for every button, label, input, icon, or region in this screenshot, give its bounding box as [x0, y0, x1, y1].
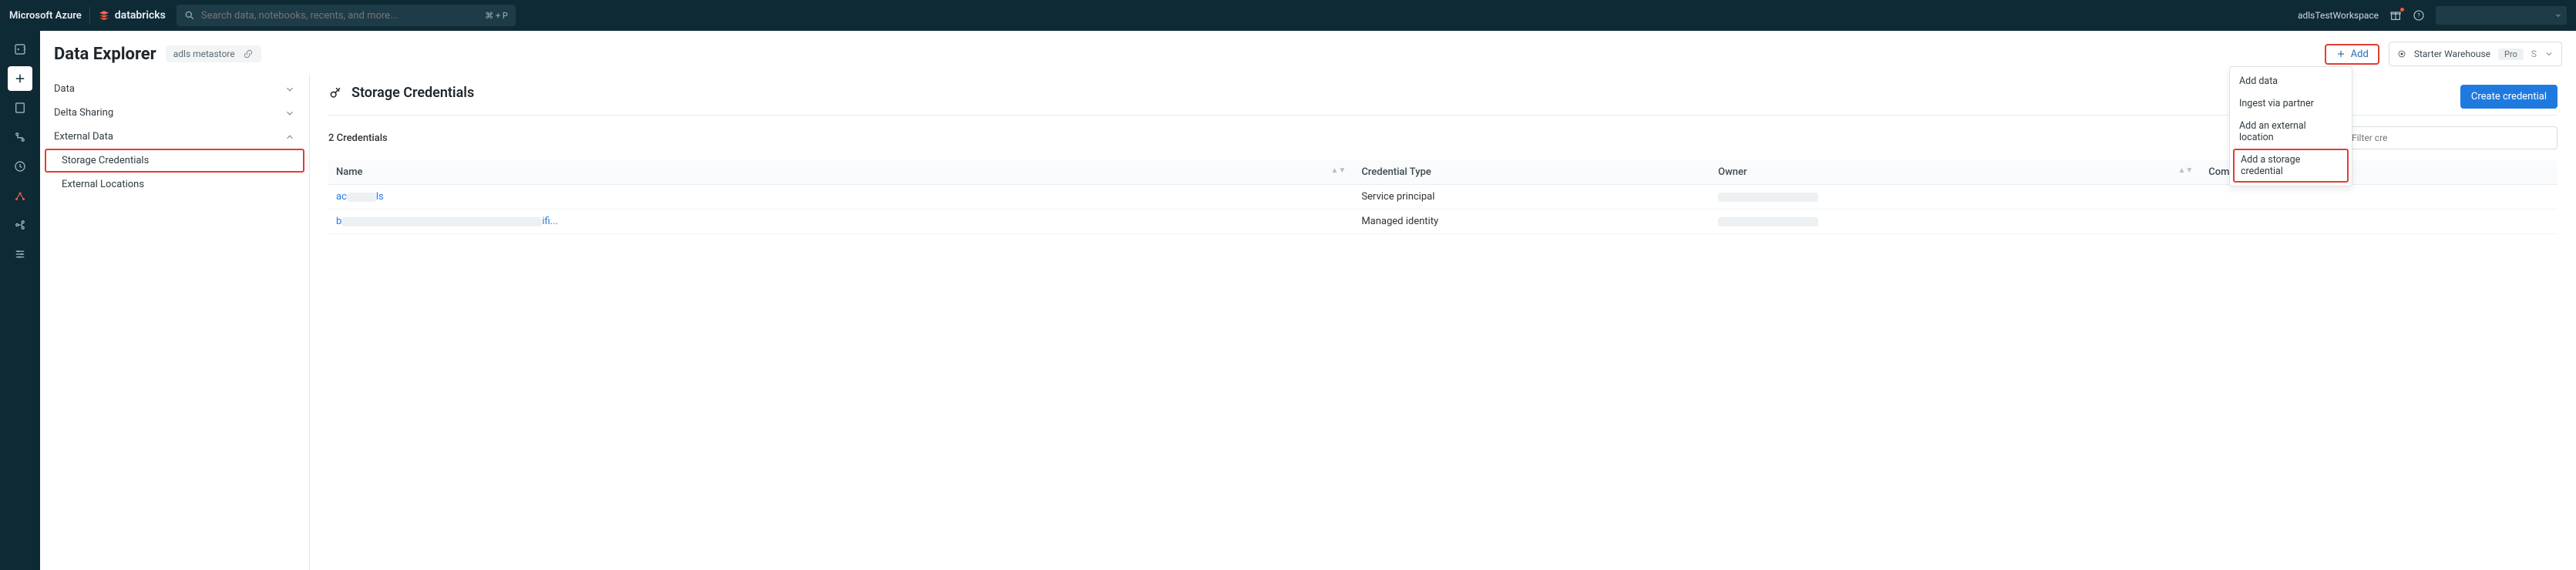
- gift-icon: [2389, 9, 2402, 22]
- search-shortcut: ⌘ + P: [485, 11, 508, 21]
- warehouse-size: S: [2531, 49, 2537, 59]
- tree-delta-sharing-label: Delta Sharing: [54, 107, 113, 119]
- content-separator: [328, 115, 2558, 116]
- whats-new-icon[interactable]: [2389, 9, 2402, 22]
- brand-azure: Microsoft Azure: [9, 10, 82, 22]
- nav-rail: [0, 31, 40, 570]
- chevron-up-icon: [284, 132, 295, 142]
- add-menu-storage-credential[interactable]: Add a storage credential: [2233, 149, 2349, 183]
- credentials-count: 2 Credentials: [328, 132, 388, 144]
- credential-type-cell: Managed identity: [1354, 210, 1710, 234]
- add-button[interactable]: Add: [2325, 44, 2379, 65]
- page-title: Data Explorer: [54, 45, 156, 64]
- credential-name-link[interactable]: acls: [336, 191, 384, 203]
- warehouse-tier: Pro: [2498, 49, 2524, 60]
- brand-databricks[interactable]: databricks: [98, 9, 166, 22]
- metastore-pill[interactable]: adls metastore: [166, 45, 261, 62]
- filter-credentials-input[interactable]: [2352, 132, 2549, 143]
- chevron-down-icon: [284, 84, 295, 95]
- add-menu-ingest-partner[interactable]: Ingest via partner: [2230, 92, 2352, 115]
- credential-type-cell: Service principal: [1354, 185, 1710, 210]
- tree-data[interactable]: Data: [40, 77, 309, 101]
- rail-data-icon[interactable]: [8, 37, 32, 62]
- tree-external-locations[interactable]: External Locations: [40, 173, 309, 196]
- warehouse-selector[interactable]: Starter Warehouse Pro S: [2389, 42, 2562, 66]
- tree-delta-sharing[interactable]: Delta Sharing: [40, 101, 309, 125]
- credential-name-link[interactable]: bifi...: [336, 216, 558, 227]
- search-icon: [184, 10, 195, 21]
- help-icon[interactable]: ?: [2413, 9, 2425, 22]
- chevron-down-icon: [284, 108, 295, 119]
- warehouse-name: Starter Warehouse: [2414, 49, 2490, 59]
- table-row[interactable]: bifi... Managed identity: [328, 210, 2558, 234]
- top-bar: Microsoft Azure databricks ⌘ + P adlsTes…: [0, 0, 2576, 31]
- rail-settings-icon[interactable]: [8, 242, 32, 267]
- rail-history-icon[interactable]: [8, 154, 32, 179]
- tree-storage-credentials-label: Storage Credentials: [62, 155, 149, 166]
- rail-notebook-icon[interactable]: [8, 96, 32, 120]
- add-menu-external-location[interactable]: Add an external location: [2230, 115, 2352, 149]
- databricks-logo-icon: [98, 9, 110, 22]
- add-menu-add-data[interactable]: Add data: [2230, 70, 2352, 92]
- tree-panel: Data Delta Sharing External Data Storage…: [40, 74, 310, 570]
- tree-external-locations-label: External Locations: [62, 179, 144, 190]
- add-button-label: Add: [2351, 49, 2369, 60]
- col-owner[interactable]: Owner▲▼: [1710, 160, 2201, 185]
- filter-credentials[interactable]: [2326, 126, 2558, 149]
- chevron-down-icon: [2544, 49, 2554, 59]
- tree-external-data[interactable]: External Data: [40, 125, 309, 149]
- rail-workflow-icon[interactable]: [8, 125, 32, 149]
- create-credential-button[interactable]: Create credential: [2460, 85, 2558, 109]
- col-name[interactable]: Name▲▼: [328, 160, 1354, 185]
- metastore-name: adls metastore: [173, 49, 235, 59]
- key-icon: [328, 86, 344, 101]
- global-search[interactable]: ⌘ + P: [177, 5, 516, 26]
- plus-icon: [2336, 49, 2346, 59]
- credentials-table: Name▲▼ Credential Type Owner▲▼ Comment a…: [328, 160, 2558, 234]
- add-menu: Add data Ingest via partner Add an exter…: [2229, 66, 2352, 186]
- workspace-name[interactable]: adlsTestWorkspace: [2298, 10, 2379, 21]
- link-icon: [243, 49, 254, 59]
- col-credential-type[interactable]: Credential Type: [1354, 160, 1710, 185]
- rail-create-icon[interactable]: [8, 66, 32, 91]
- brand-divider: [89, 7, 90, 24]
- brand-databricks-label: databricks: [115, 9, 166, 22]
- user-menu[interactable]: [2436, 6, 2567, 25]
- question-circle-icon: ?: [2413, 9, 2425, 22]
- chevron-down-icon: [2554, 12, 2562, 19]
- credential-owner-cell: [1710, 210, 2201, 234]
- record-dot-icon: [2397, 49, 2406, 59]
- credential-owner-cell: [1710, 185, 2201, 210]
- credential-comment-cell: [2201, 210, 2558, 234]
- content-heading: Storage Credentials: [351, 85, 474, 101]
- tree-storage-credentials[interactable]: Storage Credentials: [45, 149, 304, 173]
- rail-compute-icon[interactable]: [8, 213, 32, 237]
- svg-text:?: ?: [2417, 12, 2420, 19]
- table-header-row: Name▲▼ Credential Type Owner▲▼ Comment: [328, 160, 2558, 185]
- rail-ml-icon[interactable]: [8, 183, 32, 208]
- table-row[interactable]: acls Service principal: [328, 185, 2558, 210]
- page-header: Data Explorer adls metastore Add Starter…: [40, 31, 2576, 74]
- tree-external-data-label: External Data: [54, 131, 113, 142]
- credential-comment-cell: [2201, 185, 2558, 210]
- tree-data-label: Data: [54, 83, 75, 95]
- global-search-input[interactable]: [201, 10, 479, 22]
